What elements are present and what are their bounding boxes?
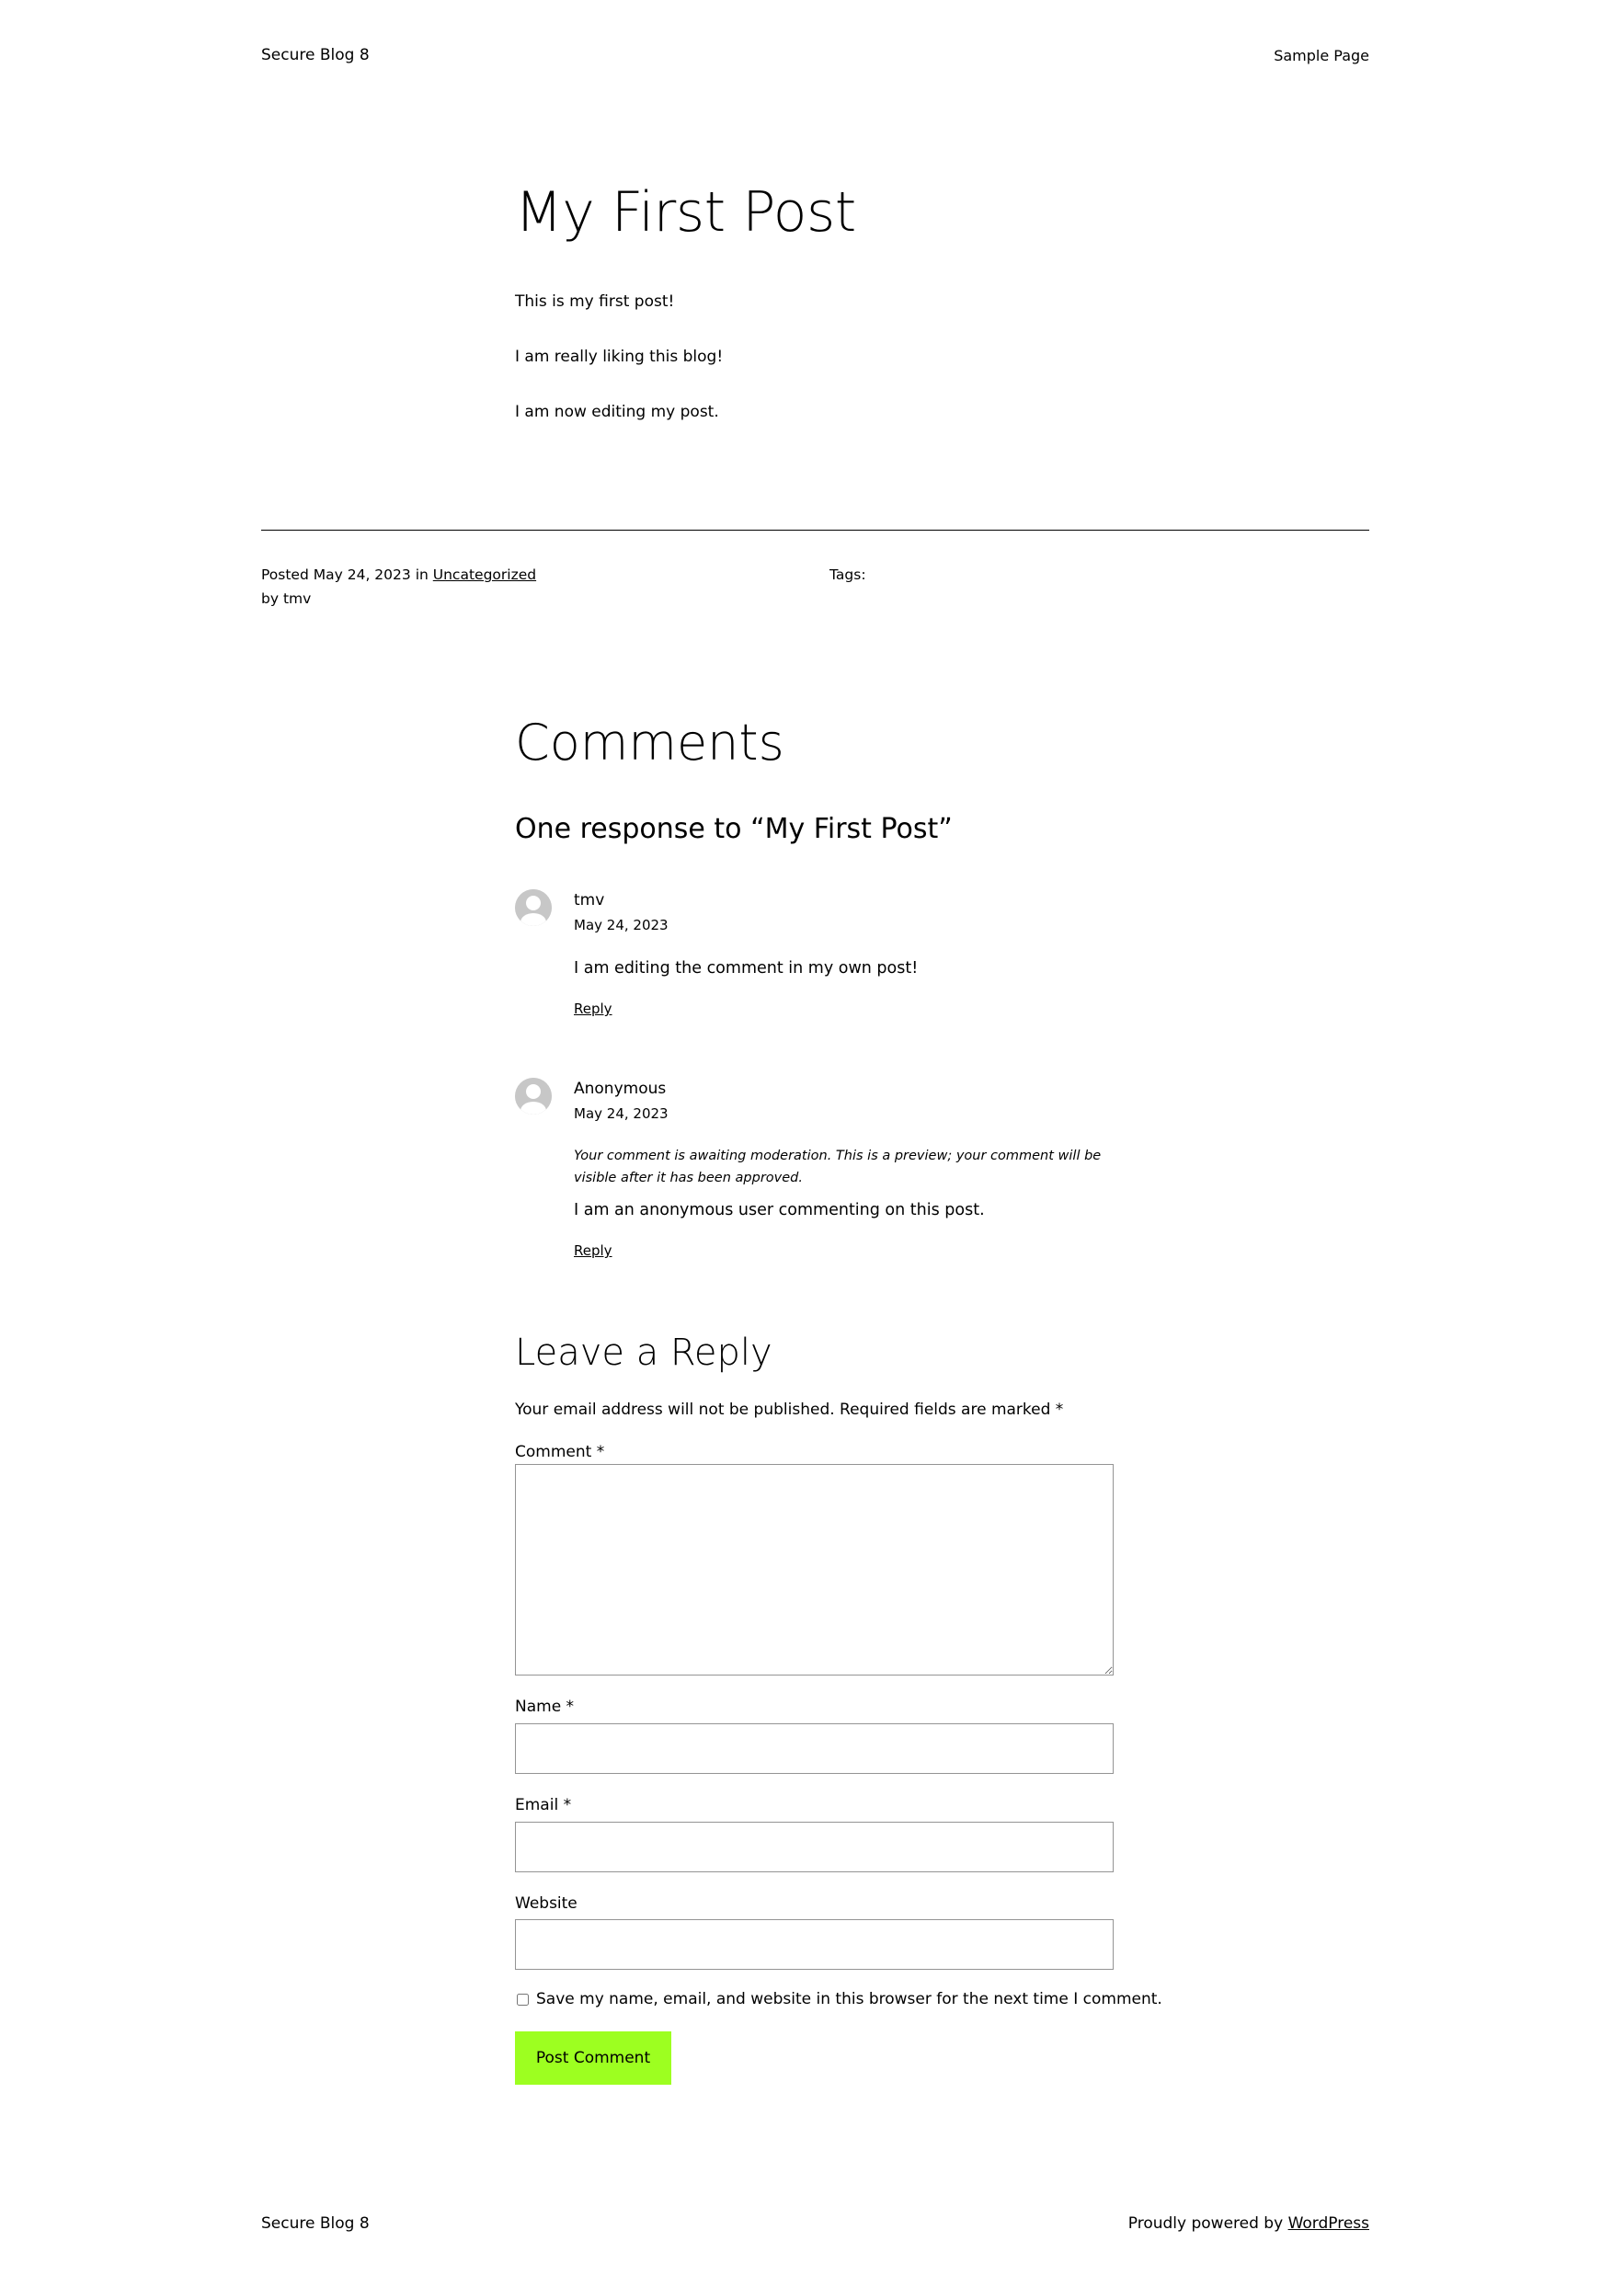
comment-textarea[interactable] (515, 1464, 1114, 1676)
comment-item: tmv May 24, 2023 I am editing the commen… (515, 889, 1115, 1046)
powered-by: Proudly powered by WordPress (1128, 2214, 1369, 2233)
powered-prefix: Proudly powered by (1127, 2214, 1284, 2233)
name-label: Name * (515, 1698, 575, 1716)
email-label: Email * (515, 1796, 572, 1814)
website-label: Website (515, 1894, 578, 1913)
post-paragraph: I am really liking this blog! (515, 348, 724, 366)
post-paragraph: I am now editing my post. (515, 403, 719, 421)
post-separator (261, 530, 1369, 531)
cookies-consent: Save my name, email, and website in this… (517, 1990, 1162, 2008)
post-meta: Posted May 24, 2023 in Uncategorized by … (261, 563, 536, 611)
leave-reply-title: Leave a Reply (515, 1332, 772, 1374)
comments-title: Comments (515, 714, 784, 772)
reply-link[interactable]: Reply (574, 1242, 612, 1259)
post-content: This is my first post! I am really likin… (515, 290, 723, 455)
user-avatar-icon (515, 1078, 552, 1115)
cookies-checkbox[interactable] (517, 1993, 529, 2006)
site-footer: Secure Blog 8 Proudly powered by WordPre… (261, 2214, 1369, 2233)
post-author: by tmv (261, 590, 312, 607)
comment-text: I am an anonymous user commenting on thi… (574, 1201, 985, 1219)
post-title: My First Post (515, 180, 856, 245)
nav-item-sample-page[interactable]: Sample Page (1274, 47, 1369, 64)
user-avatar-icon (515, 889, 552, 926)
posted-prefix: Posted (261, 566, 309, 583)
comment-notes: Your email address will not be published… (515, 1401, 1064, 1419)
in-word: in (415, 566, 429, 583)
comment-date: May 24, 2023 (574, 917, 669, 933)
comment-author: tmv (574, 891, 605, 909)
comment-text: I am editing the comment in my own post! (574, 959, 919, 978)
comment-author: Anonymous (574, 1080, 667, 1098)
website-field[interactable] (515, 1919, 1114, 1970)
comment-item: Anonymous May 24, 2023 Your comment is a… (515, 1078, 1115, 1289)
email-field[interactable] (515, 1822, 1114, 1872)
avatar (515, 889, 552, 926)
category-link[interactable]: Uncategorized (433, 566, 536, 583)
footer-site-title[interactable]: Secure Blog 8 (261, 2214, 370, 2233)
name-field[interactable] (515, 1723, 1114, 1774)
comment-label: Comment * (515, 1443, 605, 1461)
post-paragraph: This is my first post! (515, 292, 675, 311)
moderation-notice: Your comment is awaiting moderation. Thi… (574, 1149, 1102, 1185)
avatar (515, 1078, 552, 1115)
reply-link[interactable]: Reply (574, 1001, 612, 1017)
cookies-label: Save my name, email, and website in this… (536, 1990, 1162, 2008)
site-title-link[interactable]: Secure Blog 8 (261, 46, 370, 64)
wordpress-link[interactable]: WordPress (1288, 2214, 1369, 2233)
comment-date: May 24, 2023 (574, 1105, 669, 1122)
responses-title: One response to “My First Post” (515, 813, 953, 845)
site-header: Secure Blog 8 Sample Page (261, 46, 1369, 64)
post-comment-button[interactable]: Post Comment (515, 2031, 671, 2085)
post-tags-label: Tags: (829, 566, 866, 583)
post-date: May 24, 2023 (313, 566, 411, 583)
